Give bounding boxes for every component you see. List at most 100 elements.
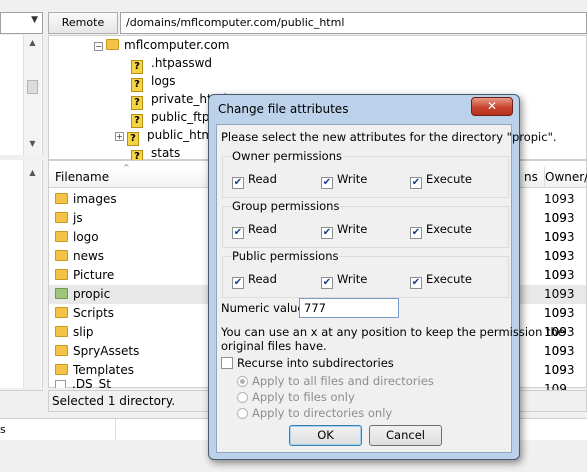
file-name: logo [73, 230, 99, 244]
checkbox-label: Recurse into subdirectories [237, 356, 394, 370]
tree-node[interactable]: +? public_html [115, 126, 217, 146]
expand-icon[interactable]: + [115, 132, 124, 141]
checkbox-label: Read [248, 272, 277, 286]
checkbox-box[interactable] [221, 357, 233, 369]
apply-all-radio[interactable]: Apply to all files and directories [237, 374, 434, 388]
checkmark-icon[interactable]: ✔ [410, 227, 422, 239]
recurse-subdirectories-checkbox[interactable]: Recurse into subdirectories [221, 356, 394, 370]
cancel-button[interactable]: Cancel [369, 425, 442, 446]
dialog-prompt: Please select the new attributes for the… [221, 130, 557, 144]
local-site-dropdown[interactable]: ▼ [0, 12, 43, 34]
public-execute-checkbox[interactable]: ✔ Execute [410, 272, 472, 289]
group-title: Owner permissions [231, 149, 343, 163]
change-file-attributes-dialog: Change file attributes ✕ Please select t… [208, 94, 565, 460]
scroll-down-icon[interactable]: ▼ [24, 139, 41, 148]
file-icon [55, 380, 66, 388]
local-status-bar [0, 390, 43, 412]
owner-write-checkbox[interactable]: ✔ Write [321, 172, 367, 189]
file-name: Picture [73, 268, 115, 282]
tree-node-label: .htpasswd [151, 56, 213, 70]
folder-icon [55, 269, 68, 280]
local-file-list[interactable]: ▲ [0, 160, 43, 388]
file-name: images [73, 192, 117, 206]
sort-ascending-icon: ^ [123, 163, 130, 172]
radio-label: Apply to all files and directories [252, 374, 434, 388]
checkmark-icon[interactable]: ✔ [321, 227, 333, 239]
numeric-value-label: Numeric value: [221, 301, 309, 315]
checkmark-icon[interactable]: ✔ [232, 177, 244, 189]
checkbox-label: Write [337, 172, 368, 186]
ok-button[interactable]: OK [289, 425, 362, 446]
checkmark-icon[interactable]: ✔ [232, 227, 244, 239]
public-read-checkbox[interactable]: ✔ Read [232, 272, 277, 289]
group-read-checkbox[interactable]: ✔ Read [232, 222, 277, 239]
column-divider [115, 419, 116, 441]
column-owner-group[interactable]: Owner/G [539, 167, 587, 188]
local-tree-scrollbar[interactable]: ▲ ▼ [23, 35, 41, 155]
file-name: js [73, 211, 83, 225]
remote-site-path-input[interactable]: /domains/mflcomputer.com/public_html [120, 12, 587, 34]
tree-node[interactable]: ? public_ftp [131, 108, 210, 128]
file-name: Templates [73, 363, 135, 377]
dialog-body: Please select the new attributes for the… [216, 124, 565, 453]
folder-icon [55, 231, 68, 242]
tree-node[interactable]: ? logs [131, 72, 176, 92]
radio-icon[interactable] [237, 392, 248, 403]
checkbox-label: Execute [426, 272, 472, 286]
tree-node-root[interactable]: − mflcomputer.com [94, 36, 229, 54]
owner-permissions-group: Owner permissions ✔ Read ✔ Write ✔ Execute [222, 149, 509, 198]
checkbox-label: Write [337, 222, 368, 236]
folder-icon [55, 250, 68, 261]
checkmark-icon[interactable]: ✔ [321, 277, 333, 289]
group-title: Group permissions [231, 199, 341, 213]
apply-files-radio[interactable]: Apply to files only [237, 390, 355, 404]
file-name: .DS_St [72, 379, 111, 388]
scroll-up-icon[interactable]: ▲ [24, 168, 41, 177]
folder-icon [106, 39, 119, 50]
file-name: slip [73, 325, 94, 339]
tree-node-label: public_html [147, 128, 217, 142]
scroll-up-icon[interactable]: ▲ [24, 38, 41, 47]
public-permissions-group: Public permissions ✔ Read ✔ Write ✔ Execute [222, 249, 509, 298]
owner-execute-checkbox[interactable]: ✔ Execute [410, 172, 472, 189]
folder-icon [55, 326, 68, 337]
numeric-value-input[interactable]: 777 [299, 298, 399, 318]
group-write-checkbox[interactable]: ✔ Write [321, 222, 367, 239]
radio-label: Apply to directories only [252, 406, 393, 420]
group-permissions-group: Group permissions ✔ Read ✔ Write ✔ Execute [222, 199, 509, 248]
checkbox-label: Execute [426, 172, 472, 186]
file-name: news [73, 249, 105, 263]
folder-icon [55, 345, 68, 356]
checkbox-label: Write [337, 272, 368, 286]
tree-node-label: stats [151, 146, 181, 160]
queue-column-label: s [0, 423, 6, 436]
radio-icon[interactable] [237, 408, 248, 419]
hint-text-line2: original files have. [221, 339, 327, 353]
checkmark-icon[interactable]: ✔ [321, 177, 333, 189]
checkmark-icon[interactable]: ✔ [410, 177, 422, 189]
scroll-thumb[interactable] [27, 80, 38, 94]
checkbox-label: Execute [426, 222, 472, 236]
folder-icon [55, 288, 68, 299]
owner-read-checkbox[interactable]: ✔ Read [232, 172, 277, 189]
tree-node-label: public_ftp [151, 110, 210, 124]
group-title: Public permissions [231, 249, 340, 263]
collapse-icon[interactable]: − [94, 42, 103, 51]
apply-directories-radio[interactable]: Apply to directories only [237, 406, 392, 420]
radio-label: Apply to files only [252, 390, 355, 404]
file-name: propic [73, 287, 111, 301]
checkmark-icon[interactable]: ✔ [232, 277, 244, 289]
tree-node-label: mflcomputer.com [124, 38, 230, 52]
folder-icon [55, 364, 68, 375]
chevron-down-icon[interactable]: ▼ [31, 15, 38, 25]
radio-selected-icon[interactable] [237, 376, 248, 387]
remote-site-label: Remote site: [48, 12, 118, 49]
public-write-checkbox[interactable]: ✔ Write [321, 272, 367, 289]
checkmark-icon[interactable]: ✔ [410, 277, 422, 289]
tree-node[interactable]: ? .htpasswd [131, 54, 213, 74]
group-execute-checkbox[interactable]: ✔ Execute [410, 222, 472, 239]
folder-icon [55, 307, 68, 318]
local-list-scrollbar[interactable]: ▲ [23, 160, 41, 388]
close-button[interactable]: ✕ [471, 97, 513, 116]
hint-text-line1: You can use an x at any position to keep… [221, 325, 565, 339]
